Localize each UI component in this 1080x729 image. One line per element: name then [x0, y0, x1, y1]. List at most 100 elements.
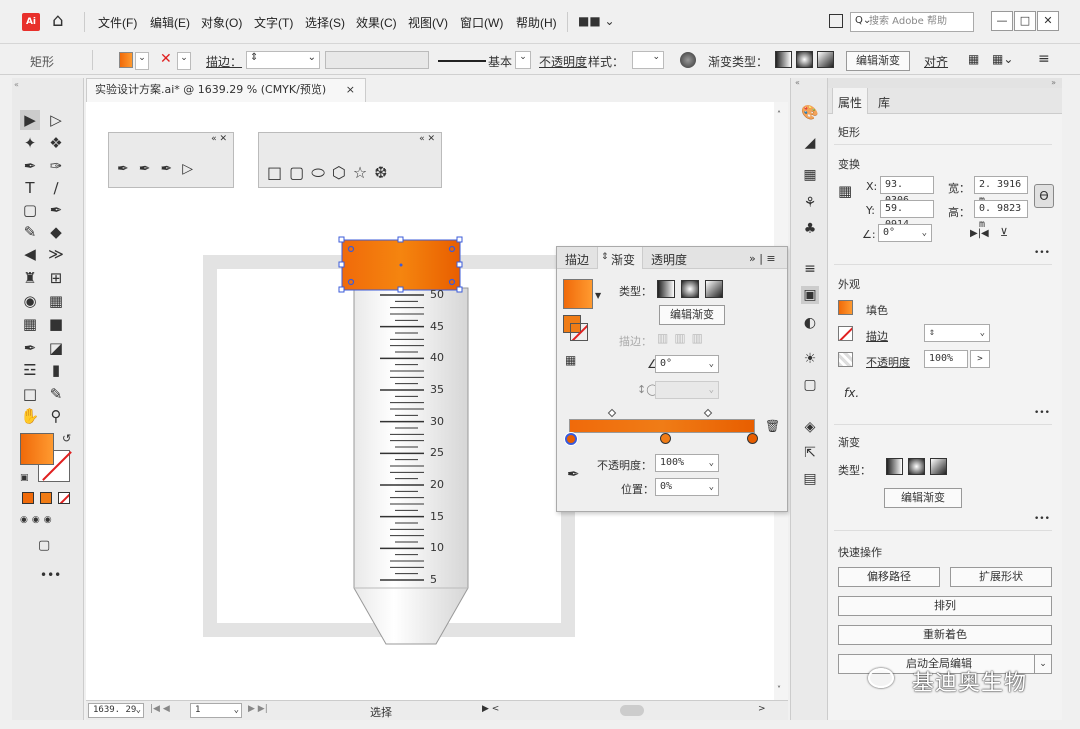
document-tab[interactable]: 实验设计方案.ai* @ 1639.29 % (CMYK/预览) × [86, 78, 366, 102]
mesh-tool-icon[interactable]: ▦ [20, 314, 40, 334]
slice-tool-icon[interactable]: ✎ [46, 384, 66, 404]
menu-edit[interactable]: 编辑(E) [150, 14, 190, 31]
magic-wand-tool-icon[interactable]: ✦ [20, 133, 40, 153]
stroke-label[interactable]: 描边 [866, 328, 888, 344]
curvature-tool-icon[interactable]: ✑ [46, 156, 66, 176]
menu-help[interactable]: 帮助(H) [516, 14, 557, 31]
stroke-profile-line[interactable] [438, 60, 486, 62]
minimize-button[interactable]: — [991, 11, 1013, 31]
menu-effect[interactable]: 效果(C) [356, 14, 397, 31]
layers-panel-icon[interactable]: ◈ [801, 418, 819, 436]
fill-dropdown[interactable]: ⌄ [135, 52, 149, 70]
artboards-panel-icon[interactable]: ⇱ [801, 444, 819, 462]
perspective-grid-tool-icon[interactable]: ▦ [46, 291, 66, 311]
freeform-type-button[interactable] [930, 458, 947, 475]
hand-tool-icon[interactable]: ✋ [20, 406, 40, 426]
horizontal-scrollbar-thumb[interactable] [620, 705, 644, 716]
menu-window[interactable]: 窗口(W) [460, 14, 503, 31]
swap-colors-icon[interactable]: ↺ [62, 432, 71, 445]
eyedropper-icon[interactable]: ✒ [567, 465, 580, 483]
linear-type-button[interactable] [657, 280, 675, 298]
shape-tool-icons[interactable]: □▢⬭⬡☆❆ [267, 163, 395, 183]
flip-horizontal-icon[interactable]: ▶|◀ [970, 228, 989, 239]
artboard-nav-prev[interactable]: |◀ ◀ [150, 704, 170, 714]
puppet-warp-tool-icon[interactable]: ♜ [20, 268, 40, 288]
freeform-gradient-icon[interactable] [817, 51, 834, 68]
variable-width-dropdown[interactable] [325, 51, 429, 69]
gradient-panel-icon[interactable]: ▣ [801, 286, 819, 304]
control-menu-icon[interactable]: ≡ [1038, 51, 1050, 67]
tab-libraries[interactable]: 库 [878, 94, 890, 111]
appearance-more-button[interactable]: ••• [1034, 408, 1050, 418]
height-input[interactable]: 0. 9823 m [974, 200, 1028, 230]
workspace-switcher-icon[interactable]: ■■ ⌄ [578, 14, 615, 28]
color-guide-icon[interactable]: ◢ [801, 134, 819, 152]
gradient-mode-button[interactable] [40, 492, 52, 504]
expand-shape-button[interactable]: 扩展形状 [950, 567, 1052, 587]
blend-tool-icon[interactable]: ◪ [46, 338, 66, 358]
paintbrush-tool-icon[interactable]: ✒ [46, 200, 66, 220]
opacity-input[interactable]: 100% ⌄ [655, 454, 719, 472]
flyout-close-icon[interactable]: « ✕ [211, 134, 227, 144]
close-tab-button[interactable]: × [346, 79, 355, 101]
menu-file[interactable]: 文件(F) [98, 14, 137, 31]
position-input[interactable]: 0% ⌄ [655, 478, 719, 496]
transform-icon[interactable]: ▦ [968, 52, 979, 66]
gradient-fill-swatch[interactable] [563, 279, 593, 309]
appearance-panel-icon[interactable]: ☀ [801, 350, 819, 368]
line-tool-icon[interactable]: ∕ [46, 178, 66, 198]
close-button[interactable]: ✕ [1037, 11, 1059, 31]
menu-view[interactable]: 视图(V) [408, 14, 448, 31]
symbols-icon[interactable]: ♣ [801, 220, 819, 238]
more-tools-icon[interactable]: ••• [40, 568, 61, 582]
opacity-expand-button[interactable]: > [970, 350, 990, 368]
arrange-button[interactable]: 排列 [838, 596, 1052, 616]
linear-gradient-icon[interactable] [775, 51, 792, 68]
none-mode-button[interactable] [58, 492, 70, 504]
column-graph-tool-icon[interactable]: ▮ [46, 360, 66, 380]
style-dropdown[interactable]: ⌄ [632, 51, 664, 69]
radial-type-button[interactable] [908, 458, 925, 475]
stroke-panel-icon[interactable]: ≡ [801, 260, 819, 278]
stroke-weight-input[interactable]: ⇕ ⌄ [246, 51, 320, 69]
swatches-icon[interactable]: ▦ [801, 166, 819, 184]
stroke-none-mini[interactable] [570, 323, 588, 341]
reverse-gradient-icon[interactable]: ▦ [565, 353, 576, 367]
fill-color-swatch[interactable] [20, 433, 54, 465]
rectangle-tool-icon[interactable]: ▢ [20, 200, 40, 220]
direct-selection-tool-icon[interactable]: ▷ [46, 110, 66, 130]
stroke-profile-label[interactable]: 基本 [488, 53, 512, 70]
zoom-input[interactable]: 1639. 29 ⌄ [88, 703, 144, 718]
reflect-tool-icon[interactable]: ◀ [20, 244, 40, 264]
offset-path-button[interactable]: 偏移路径 [838, 567, 940, 587]
opacity-label[interactable]: 不透明度 [539, 53, 587, 70]
lasso-tool-icon[interactable]: ❖ [46, 133, 66, 153]
zoom-tool-icon[interactable]: ⚲ [46, 406, 66, 426]
eraser-tool-icon[interactable]: ◆ [46, 222, 66, 242]
tab-transparency[interactable]: 透明度 [651, 251, 687, 268]
gradient-tool-icon[interactable]: ■ [46, 314, 66, 334]
edit-gradient-button[interactable]: 编辑渐变 [884, 488, 962, 508]
width-input[interactable]: 2. 3916 m [974, 176, 1028, 206]
radial-type-button[interactable] [681, 280, 699, 298]
stroke-dropdown[interactable]: ⌄ [177, 52, 191, 70]
midpoint-diamond-1[interactable] [607, 408, 617, 418]
artboard-tool-icon[interactable]: □ [20, 384, 40, 404]
freeform-type-button[interactable] [705, 280, 723, 298]
stroke-weight-input[interactable]: ⇕ ⌄ [924, 324, 990, 342]
warp-tool-icon[interactable]: ≫ [46, 244, 66, 264]
gradient-more-button[interactable]: ••• [1034, 514, 1050, 524]
panel-menu-icon[interactable]: » | ≡ [749, 252, 776, 265]
pen-tool-icons[interactable]: ✒✒✒▷ [117, 161, 203, 177]
gradient-slider-bar[interactable] [569, 419, 755, 433]
panel-layout-icon[interactable] [829, 14, 843, 28]
maximize-button[interactable]: □ [1014, 11, 1036, 31]
collapse-icon[interactable]: « [14, 80, 19, 89]
edit-gradient-button[interactable]: 编辑渐变 [846, 51, 910, 71]
symbol-sprayer-tool-icon[interactable]: ☲ [20, 360, 40, 380]
align-label[interactable]: 对齐 [924, 53, 948, 70]
angle-input[interactable]: 0° ⌄ [655, 355, 719, 373]
rotate-input[interactable]: 0° ⌄ [878, 224, 932, 242]
pencil-tool-icon[interactable]: ✎ [20, 222, 40, 242]
color-panel-icon[interactable]: 🎨 [801, 104, 819, 122]
